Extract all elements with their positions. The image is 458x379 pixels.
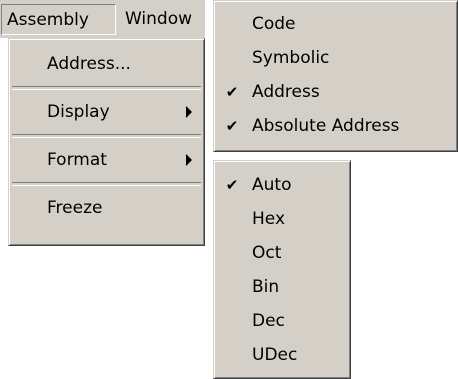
menu-item-label: Freeze [47,198,103,218]
menu-item-label: Hex [252,209,286,229]
menu-item-label: Symbolic [252,48,330,68]
display-submenu: Code Symbolic ✔ Address ✔ Absolute Addre… [213,0,458,152]
menu-item-display[interactable]: Display [9,90,204,134]
menu-item-label: Address... [47,54,131,74]
menu-item-address[interactable]: Address... [9,42,204,86]
menu-item-absolute-address[interactable]: ✔ Absolute Address [214,109,457,143]
menu-item-label: Code [252,14,296,34]
menu-item-hex[interactable]: Hex [214,202,350,236]
menu-item-symbolic[interactable]: Symbolic [214,41,457,75]
check-icon: ✔ [225,176,239,194]
menu-item-freeze[interactable]: Freeze [9,186,204,230]
menu-item-oct[interactable]: Oct [214,236,350,270]
menubar-item-assembly[interactable]: Assembly [1,4,116,35]
menu-bar: Assembly Window [0,0,205,38]
menu-item-label: Format [47,150,107,170]
menu-item-bin[interactable]: Bin [214,270,350,304]
screenshot-root: Assembly Window Address... Display Forma… [0,0,458,379]
menu-item-label: Display [47,102,110,122]
menu-item-code[interactable]: Code [214,7,457,41]
chevron-right-icon [186,106,192,118]
menu-item-label: Oct [252,243,282,263]
menu-item-auto[interactable]: ✔ Auto [214,168,350,202]
menu-item-label: Bin [252,277,280,297]
check-icon: ✔ [225,117,239,135]
check-icon: ✔ [225,83,239,101]
menu-item-label: UDec [252,345,298,365]
menu-item-address-display[interactable]: ✔ Address [214,75,457,109]
chevron-right-icon [186,154,192,166]
menu-item-dec[interactable]: Dec [214,304,350,338]
menu-item-label: Address [252,82,320,102]
format-submenu: ✔ Auto Hex Oct Bin Dec UDec [213,160,351,379]
menubar-item-window[interactable]: Window [121,4,198,35]
menu-item-format[interactable]: Format [9,138,204,182]
menu-item-label: Dec [252,311,285,331]
menu-item-label: Auto [252,175,292,195]
menu-item-label: Absolute Address [252,116,400,136]
menu-item-udec[interactable]: UDec [214,338,350,372]
assembly-menu: Address... Display Format Freeze [8,38,205,246]
